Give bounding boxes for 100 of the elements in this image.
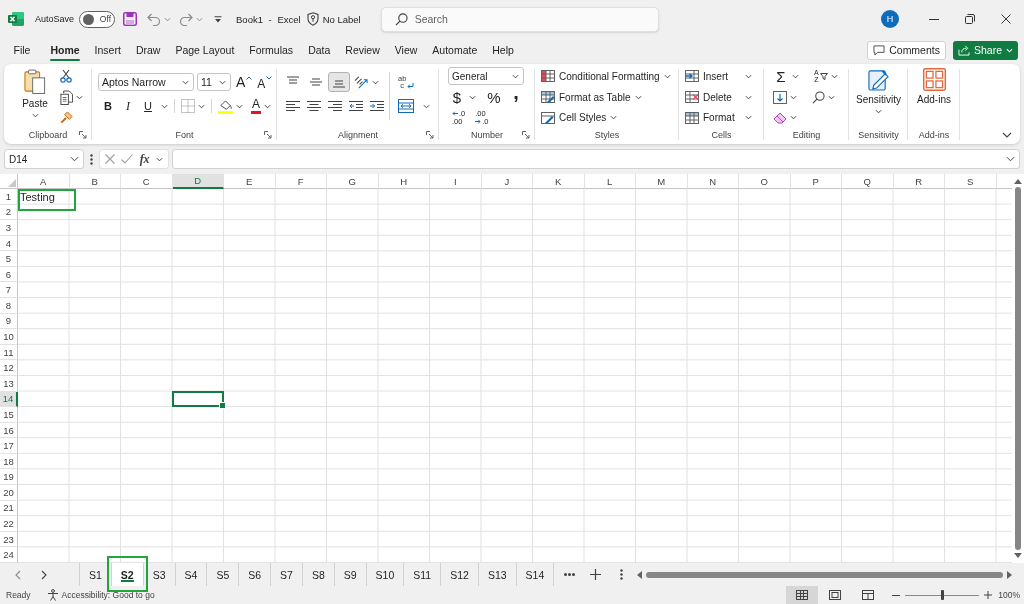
- accessibility-status[interactable]: Accessibility: Good to go: [61, 590, 155, 600]
- add-ins-button[interactable]: Add-ins: [917, 68, 951, 128]
- collapse-ribbon-icon[interactable]: [1002, 132, 1012, 138]
- menu-tab[interactable]: Data: [300, 39, 338, 61]
- scrollbar-thumb[interactable]: [646, 571, 1003, 578]
- caret-icon[interactable]: [830, 73, 838, 79]
- row-header[interactable]: 15: [0, 407, 18, 423]
- row-header[interactable]: 20: [0, 485, 18, 501]
- sheet-tab[interactable]: S5: [207, 563, 240, 586]
- format-as-table-button[interactable]: Format as Table: [541, 86, 679, 108]
- share-button[interactable]: Share: [952, 40, 1018, 60]
- menu-tab[interactable]: Automate: [424, 39, 485, 61]
- customize-toolbar-icon[interactable]: [214, 15, 223, 23]
- redo-icon[interactable]: [179, 12, 194, 26]
- align-right-icon[interactable]: [327, 100, 342, 112]
- menu-tab[interactable]: Page Layout: [167, 39, 242, 61]
- row-header[interactable]: 6: [0, 266, 18, 283]
- format-button[interactable]: Format: [685, 111, 737, 124]
- caret-icon[interactable]: [198, 103, 205, 109]
- scroll-right-icon[interactable]: [1007, 570, 1012, 579]
- menu-tab[interactable]: Review: [337, 39, 388, 61]
- comma-style-button[interactable]: ,: [507, 86, 525, 108]
- previous-sheet-icon[interactable]: [15, 569, 21, 580]
- align-center-icon[interactable]: [306, 100, 321, 112]
- caret-icon[interactable]: [790, 115, 797, 121]
- column-header[interactable]: D: [172, 174, 224, 189]
- name-box[interactable]: D14: [4, 149, 84, 169]
- minimize-icon[interactable]: [929, 18, 939, 20]
- underline-button[interactable]: U: [138, 97, 158, 115]
- row-header[interactable]: 18: [0, 453, 18, 470]
- percent-button[interactable]: %: [485, 86, 503, 108]
- sheet-tab[interactable]: S9: [334, 563, 367, 586]
- caret-icon[interactable]: [745, 115, 752, 121]
- formula-input[interactable]: [172, 149, 1020, 169]
- decrease-indent-icon[interactable]: [348, 100, 363, 112]
- caret-icon[interactable]: [469, 94, 476, 100]
- row-header[interactable]: 12: [0, 360, 18, 376]
- increase-indent-icon[interactable]: [369, 100, 384, 112]
- caret-icon[interactable]: [236, 103, 243, 109]
- sheet-tab[interactable]: S7: [271, 563, 303, 586]
- normal-view-button[interactable]: [786, 586, 819, 604]
- sheet-tab[interactable]: S4: [175, 563, 208, 586]
- autosum-button[interactable]: Σ: [773, 67, 789, 85]
- row-header[interactable]: 10: [0, 329, 18, 345]
- avatar[interactable]: H: [881, 10, 899, 28]
- merge-cells-icon[interactable]: [398, 99, 414, 113]
- row-header[interactable]: 9: [0, 313, 18, 330]
- comments-button[interactable]: Comments: [867, 40, 946, 60]
- search-input[interactable]: Search: [414, 11, 650, 27]
- paintbrush-icon[interactable]: [60, 111, 73, 125]
- orientation-icon[interactable]: [354, 75, 369, 89]
- row-header[interactable]: 2: [0, 204, 18, 221]
- eraser-icon[interactable]: [773, 111, 787, 124]
- add-sheet-icon[interactable]: [590, 569, 602, 580]
- caret-icon[interactable]: [264, 103, 271, 109]
- fill-down-icon[interactable]: [773, 90, 787, 104]
- scroll-down-icon[interactable]: [1014, 553, 1022, 558]
- caret-icon[interactable]: [745, 73, 752, 79]
- italic-button[interactable]: I: [118, 97, 138, 115]
- selected-cell[interactable]: [171, 390, 224, 408]
- menu-tab[interactable]: View: [387, 39, 425, 61]
- scroll-left-icon[interactable]: [637, 570, 643, 579]
- row-header[interactable]: 16: [0, 422, 18, 439]
- paste-button[interactable]: Paste: [13, 69, 57, 128]
- currency-button[interactable]: $: [448, 86, 466, 108]
- row-header[interactable]: 22: [0, 516, 18, 532]
- row-header[interactable]: 17: [0, 438, 18, 454]
- menu-tab[interactable]: Insert: [87, 39, 129, 61]
- dialog-launcher-icon[interactable]: [426, 131, 434, 139]
- row-header[interactable]: 8: [0, 298, 18, 314]
- cell-styles-button[interactable]: Cell Styles: [541, 107, 679, 128]
- menu-tab[interactable]: Draw: [128, 39, 168, 61]
- expand-caret-icon[interactable]: [1006, 156, 1015, 162]
- sheet-tab[interactable]: S3: [143, 563, 176, 586]
- menu-tab[interactable]: Home: [42, 39, 88, 61]
- row-header[interactable]: 7: [0, 282, 18, 299]
- checkmark-icon[interactable]: [121, 154, 134, 164]
- caret-icon[interactable]: [76, 94, 83, 100]
- row-header[interactable]: 19: [0, 469, 18, 486]
- sheet-tab[interactable]: S14: [516, 563, 555, 586]
- dialog-launcher-icon[interactable]: [264, 131, 272, 139]
- align-left-icon[interactable]: [285, 100, 300, 112]
- cancel-icon[interactable]: [105, 154, 116, 164]
- caret-icon[interactable]: [745, 94, 752, 100]
- menu-tab[interactable]: Formulas: [241, 39, 301, 61]
- paint-bucket-icon[interactable]: [218, 98, 233, 114]
- sheet-tab[interactable]: S6: [239, 563, 272, 586]
- sheet-tab[interactable]: S8: [302, 563, 335, 586]
- row-header[interactable]: 1: [0, 189, 18, 205]
- increase-font-button[interactable]: A: [236, 73, 253, 91]
- menu-tab[interactable]: Help: [484, 39, 522, 61]
- row-header[interactable]: 23: [0, 531, 18, 548]
- row-header[interactable]: 5: [0, 251, 18, 267]
- sheet-tab[interactable]: S12: [441, 563, 479, 586]
- sheet-tab[interactable]: S13: [478, 563, 517, 586]
- decrease-font-button[interactable]: A: [257, 73, 273, 91]
- number-format-dropdown[interactable]: General: [448, 67, 524, 86]
- caret-icon[interactable]: [155, 156, 163, 162]
- font-size-dropdown[interactable]: 11: [197, 73, 231, 91]
- caret-icon[interactable]: [423, 103, 430, 109]
